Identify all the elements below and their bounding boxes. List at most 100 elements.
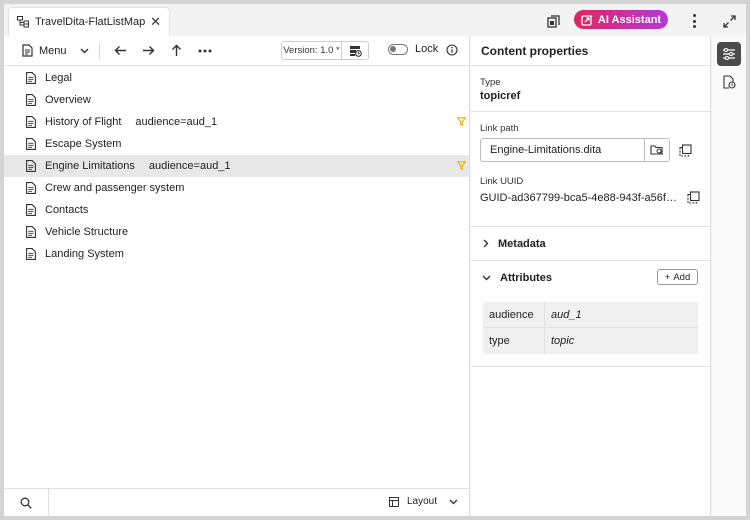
properties-icon[interactable] [717, 42, 741, 66]
info-icon[interactable] [446, 44, 458, 56]
document-icon [26, 138, 36, 150]
condition-label: audience=aud_1 [135, 116, 218, 128]
layout-label: Layout [406, 496, 437, 507]
file-properties-icon[interactable] [717, 70, 741, 94]
link-path-field[interactable]: Engine-Limitations.dita [480, 138, 670, 162]
document-icon [26, 204, 36, 216]
version-dropdown[interactable]: Version: 1.0 * [281, 41, 369, 60]
layout-dropdown[interactable]: Layout [388, 496, 458, 507]
tree-row[interactable]: Overview [4, 89, 469, 111]
link-section: Link path Engine-Limitations.dita Link U… [471, 112, 710, 227]
attributes-toggle[interactable]: Attributes + Add [480, 261, 701, 294]
map-icon [17, 16, 29, 28]
menu-label: Menu [39, 44, 67, 57]
topic-title: Overview [45, 94, 91, 106]
attribute-row[interactable]: type topic [483, 328, 698, 354]
map-editor-panel: Menu Version: 1.0 * Lock Legal Overview Hi… [4, 36, 470, 516]
add-label: Add [673, 271, 691, 283]
close-icon[interactable]: ✕ [150, 14, 161, 30]
tree-row[interactable]: Escape System [4, 133, 469, 155]
type-label: Type [480, 77, 501, 88]
attributes-label: Attributes [500, 271, 552, 284]
copy-icon[interactable] [687, 191, 700, 204]
metadata-toggle[interactable]: Metadata [480, 227, 701, 260]
ai-assistant-button[interactable]: AI Assistant [574, 10, 668, 29]
document-icon [26, 182, 36, 194]
tree-row[interactable]: Engine Limitations audience=aud_1 [4, 155, 469, 177]
ai-assistant-icon [581, 14, 593, 26]
toolbar-divider [98, 42, 100, 59]
lock-toggle[interactable]: Lock [388, 43, 438, 55]
ai-assistant-label: AI Assistant [597, 13, 662, 26]
type-section: Type topicref [471, 66, 710, 112]
tree-row[interactable]: Legal [4, 67, 469, 89]
tab-map[interactable]: TravelDita-FlatListMap ✕ [8, 7, 170, 36]
attribute-value[interactable]: topic [545, 335, 574, 347]
attribute-row[interactable]: audience aud_1 [483, 302, 698, 328]
chevron-down-icon [80, 48, 89, 53]
version-label: Version: 1.0 * [282, 42, 342, 59]
up-arrow-icon[interactable] [166, 40, 188, 62]
filter-icon [457, 117, 466, 126]
attributes-table: audience aud_1 type topic [483, 302, 698, 354]
back-arrow-icon[interactable] [110, 40, 132, 62]
layout-icon [388, 496, 399, 507]
link-path-value[interactable]: Engine-Limitations.dita [481, 139, 645, 161]
side-rail [712, 36, 746, 516]
more-vertical-icon[interactable] [688, 12, 700, 30]
copy-window-icon[interactable] [542, 10, 564, 32]
link-uuid-label: Link UUID [480, 176, 524, 187]
tree-row[interactable]: History of Flight audience=aud_1 [4, 111, 469, 133]
tree-row[interactable]: Landing System [4, 243, 469, 265]
chevron-down-icon [449, 499, 458, 504]
bottom-bar: Layout [4, 488, 470, 516]
attribute-key: audience [483, 302, 545, 327]
topic-title: Crew and passenger system [45, 182, 185, 194]
tree-row[interactable]: Vehicle Structure [4, 221, 469, 243]
top-bar: TravelDita-FlatListMap ✕ AI Assistant [4, 4, 746, 36]
more-horizontal-icon[interactable] [194, 40, 216, 62]
content-properties-panel: Content properties Type topicref Link pa… [471, 36, 711, 516]
add-attribute-button[interactable]: + Add [657, 269, 698, 285]
document-icon [22, 44, 33, 57]
document-icon [26, 116, 36, 128]
topic-title: Vehicle Structure [45, 226, 129, 238]
menu-button[interactable]: Menu [22, 44, 89, 57]
panel-title: Content properties [471, 36, 710, 66]
tree-row[interactable]: Contacts [4, 199, 469, 221]
attributes-section: Attributes + Add audience aud_1 type topic [471, 261, 710, 367]
toggle-switch[interactable] [388, 43, 408, 55]
version-history-icon[interactable] [342, 45, 368, 57]
expand-icon[interactable] [718, 10, 740, 32]
attribute-key: type [483, 328, 545, 354]
topic-title: Legal [45, 72, 72, 84]
document-icon [26, 94, 36, 106]
plus-icon: + [664, 271, 671, 283]
condition-label: audience=aud_1 [148, 160, 231, 172]
link-uuid-value: GUID-ad367799-bca5-4e88-943f-a56fafb6... [480, 191, 678, 204]
link-path-label: Link path [480, 123, 519, 134]
document-icon [26, 160, 36, 172]
topic-title: Escape System [45, 138, 122, 150]
metadata-section: Metadata [471, 227, 710, 261]
topic-title: Engine Limitations [45, 160, 135, 172]
topic-tree: Legal Overview History of Flight audience=a… [4, 66, 469, 265]
tab-title: TravelDita-FlatListMap [35, 16, 146, 28]
topic-title: Contacts [45, 204, 89, 216]
lock-label: Lock [415, 43, 439, 55]
document-icon [26, 248, 36, 260]
type-value: topicref [480, 90, 521, 102]
document-icon [26, 226, 36, 238]
topic-title: Landing System [45, 248, 124, 260]
attribute-value[interactable]: aud_1 [545, 309, 582, 321]
tree-row[interactable]: Crew and passenger system [4, 177, 469, 199]
topic-title: History of Flight [45, 116, 122, 128]
document-icon [26, 72, 36, 84]
forward-arrow-icon[interactable] [138, 40, 160, 62]
copy-icon[interactable] [679, 143, 692, 157]
chevron-right-icon [483, 239, 489, 248]
metadata-label: Metadata [498, 237, 546, 250]
map-toolbar: Menu Version: 1.0 * Lock [4, 36, 469, 66]
search-icon[interactable] [4, 489, 49, 516]
browse-folder-icon[interactable] [645, 144, 669, 156]
